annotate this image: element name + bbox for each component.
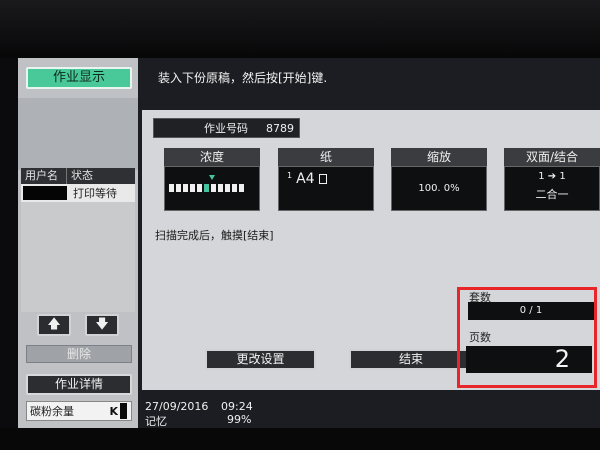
density-level-cell <box>239 184 244 192</box>
toner-label: 碳粉余量 <box>30 405 74 418</box>
copies-value: 0 / 1 <box>468 302 594 320</box>
scroll-down-button[interactable]: 🡇 <box>85 314 119 336</box>
density-level-cell <box>183 184 188 192</box>
change-settings-button[interactable]: 更改设置 <box>205 349 316 370</box>
density-setting[interactable]: 浓度 <box>164 148 260 211</box>
density-level-cell <box>232 184 237 192</box>
duplex-setting[interactable]: 双面/结合 1 ➔ 1 二合一 <box>504 148 600 211</box>
status-column-header: 状态 <box>71 169 93 182</box>
density-label: 浓度 <box>164 148 260 166</box>
user-column-header: 用户名 <box>21 168 67 184</box>
duplex-value: 1 ➔ 1 二合一 <box>504 166 600 211</box>
portrait-orientation-icon <box>318 174 327 184</box>
scroll-up-button[interactable]: 🡅 <box>37 314 71 336</box>
density-marker-icon <box>209 175 215 180</box>
job-list-header: 用户名 状态 <box>21 168 135 184</box>
pages-label: 页数 <box>469 331 491 344</box>
job-number-label: 作业号码 <box>204 122 248 135</box>
instruction-message: 装入下份原稿，然后按[开始]键. <box>158 71 328 85</box>
paper-size: A4 <box>296 171 315 187</box>
delete-button[interactable]: 删除 <box>26 345 132 363</box>
status-time: 09:24 <box>221 400 253 413</box>
density-scale <box>169 184 244 192</box>
zoom-value-box: 100. 0% <box>391 166 487 211</box>
paper-label: 纸 <box>278 148 374 166</box>
density-level-cell <box>204 184 209 192</box>
arrow-up-icon: 🡅 <box>47 317 61 332</box>
device-bezel-bottom <box>0 428 600 450</box>
density-level-cell <box>197 184 202 192</box>
toner-color-label: K <box>109 404 118 418</box>
redacted-user-name <box>23 186 67 200</box>
density-level-cell <box>225 184 230 192</box>
zoom-setting[interactable]: 缩放 100. 0% <box>391 148 487 211</box>
density-level-cell <box>169 184 174 192</box>
status-date: 27/09/2016 <box>145 400 209 413</box>
left-panel-spacer <box>18 98 138 170</box>
job-display-button[interactable]: 作业显示 <box>26 67 132 89</box>
paper-tray-number: 1 <box>287 171 293 180</box>
density-level-cell <box>190 184 195 192</box>
pages-value: 2 <box>466 346 592 373</box>
arrow-down-icon: 🡇 <box>95 317 109 332</box>
density-level-cell <box>211 184 216 192</box>
job-detail-button[interactable]: 作业详情 <box>26 374 132 395</box>
device-bezel-left <box>0 58 18 428</box>
density-level-cell <box>176 184 181 192</box>
duplex-mode: 1 ➔ 1 <box>538 171 566 182</box>
job-number-box: 作业号码 8789 <box>153 118 300 138</box>
memory-label: 记忆 <box>145 415 167 428</box>
density-value <box>164 166 260 211</box>
end-button[interactable]: 结束 <box>349 349 473 370</box>
zoom-label: 缩放 <box>391 148 487 166</box>
scan-note: 扫描完成后，触摸[结束] <box>155 229 274 242</box>
job-number-value: 8789 <box>266 121 294 135</box>
left-panel: 作业显示 用户名 状态 打印等待 🡅 🡇 删除 作业详情 碳粉余量 K <box>18 58 138 428</box>
memory-value: 99% <box>227 413 252 426</box>
density-level-cell <box>218 184 223 192</box>
combine-mode: 二合一 <box>535 188 569 201</box>
paper-setting[interactable]: 纸 1 A4 <box>278 148 374 211</box>
zoom-value: 100. 0% <box>418 183 460 194</box>
job-list-row[interactable]: 打印等待 <box>21 184 135 202</box>
duplex-label: 双面/结合 <box>504 148 600 166</box>
toner-level-indicator: 碳粉余量 K <box>26 401 132 421</box>
device-bezel-top <box>0 0 600 58</box>
paper-value: 1 A4 <box>278 166 374 211</box>
toner-bar <box>120 403 127 419</box>
job-status: 打印等待 <box>73 187 117 200</box>
job-list-empty-area <box>21 202 135 312</box>
